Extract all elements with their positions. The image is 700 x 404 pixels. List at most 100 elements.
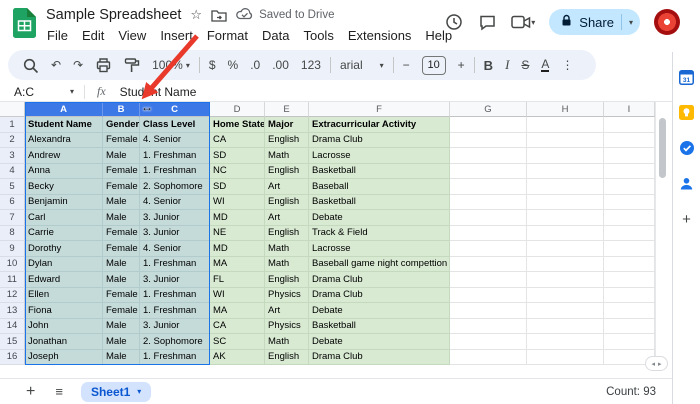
cell-G7[interactable] (450, 210, 527, 226)
cell-C6[interactable]: 4. Senior (140, 194, 210, 210)
cell-E11[interactable]: English (265, 272, 309, 288)
cell-F15[interactable]: Debate (309, 334, 450, 350)
row-header-11[interactable]: 11 (0, 272, 25, 288)
cell-C11[interactable]: 3. Junior (140, 272, 210, 288)
cell-C10[interactable]: 1. Freshman (140, 256, 210, 272)
cell-C16[interactable]: 1. Freshman (140, 349, 210, 365)
cell-A12[interactable]: Ellen (25, 287, 103, 303)
cell-A3[interactable]: Andrew (25, 148, 103, 164)
menu-extensions[interactable]: Extensions (341, 27, 419, 44)
search-menus-icon[interactable] (16, 50, 45, 80)
cell-F12[interactable]: Drama Club (309, 287, 450, 303)
format-percent-button[interactable]: % (222, 50, 245, 80)
cell-A2[interactable]: Alexandra (25, 132, 103, 148)
cell-D12[interactable]: WI (210, 287, 265, 303)
row-header-13[interactable]: 13 (0, 303, 25, 319)
cell-I9[interactable] (604, 241, 655, 257)
cell-H3[interactable] (527, 148, 604, 164)
cell-F9[interactable]: Lacrosse (309, 241, 450, 257)
cell-G9[interactable] (450, 241, 527, 257)
cell-B7[interactable]: Male (103, 210, 140, 226)
cell-E16[interactable]: English (265, 349, 309, 365)
cell-B12[interactable]: Female (103, 287, 140, 303)
cell-G1[interactable] (450, 117, 527, 133)
cell-A15[interactable]: Jonathan (25, 334, 103, 350)
cell-I14[interactable] (604, 318, 655, 334)
cell-C1[interactable]: Class Level (140, 117, 210, 133)
cell-B13[interactable]: Female (103, 303, 140, 319)
col-header-C[interactable]: C (140, 102, 210, 117)
format-currency-button[interactable]: $ (203, 50, 222, 80)
row-header-3[interactable]: 3 (0, 148, 25, 164)
row-header-16[interactable]: 16 (0, 349, 25, 365)
row-header-5[interactable]: 5 (0, 179, 25, 195)
bold-button[interactable]: B (478, 50, 499, 80)
cell-H6[interactable] (527, 194, 604, 210)
cell-E8[interactable]: English (265, 225, 309, 241)
redo-icon[interactable]: ↷ (67, 50, 89, 80)
cell-G14[interactable] (450, 318, 527, 334)
cell-D4[interactable]: NC (210, 163, 265, 179)
cell-I3[interactable] (604, 148, 655, 164)
cell-I15[interactable] (604, 334, 655, 350)
cell-I10[interactable] (604, 256, 655, 272)
cell-I6[interactable] (604, 194, 655, 210)
col-header-D[interactable]: D (210, 102, 265, 117)
decrease-font-size-button[interactable]: − (397, 50, 416, 80)
cell-I8[interactable] (604, 225, 655, 241)
cell-D6[interactable]: WI (210, 194, 265, 210)
cell-C8[interactable]: 3. Junior (140, 225, 210, 241)
sheets-logo[interactable] (13, 8, 36, 43)
vertical-scrollbar[interactable] (655, 102, 668, 365)
add-sheet-button[interactable]: + (26, 383, 35, 401)
menu-edit[interactable]: Edit (75, 27, 111, 44)
cell-F1[interactable]: Extracurricular Activity (309, 117, 450, 133)
cell-C12[interactable]: 1. Freshman (140, 287, 210, 303)
row-header-2[interactable]: 2 (0, 132, 25, 148)
cell-A8[interactable]: Carrie (25, 225, 103, 241)
cell-C5[interactable]: 2. Sophomore (140, 179, 210, 195)
row-header-7[interactable]: 7 (0, 210, 25, 226)
col-header-G[interactable]: G (450, 102, 527, 117)
cell-D11[interactable]: FL (210, 272, 265, 288)
menu-tools[interactable]: Tools (296, 27, 340, 44)
cell-D3[interactable]: SD (210, 148, 265, 164)
cell-E12[interactable]: Physics (265, 287, 309, 303)
increase-font-size-button[interactable]: + (452, 50, 471, 80)
cell-C13[interactable]: 1. Freshman (140, 303, 210, 319)
vertical-scrollbar-thumb[interactable] (658, 118, 666, 178)
calendar-icon[interactable]: 31 (679, 70, 694, 90)
cell-D5[interactable]: SD (210, 179, 265, 195)
cell-I12[interactable] (604, 287, 655, 303)
cell-H12[interactable] (527, 287, 604, 303)
cell-A16[interactable]: Joseph (25, 349, 103, 365)
cell-H11[interactable] (527, 272, 604, 288)
cell-F4[interactable]: Basketball (309, 163, 450, 179)
cell-H9[interactable] (527, 241, 604, 257)
cell-C4[interactable]: 1. Freshman (140, 163, 210, 179)
cell-C15[interactable]: 2. Sophomore (140, 334, 210, 350)
cell-A14[interactable]: John (25, 318, 103, 334)
cell-E1[interactable]: Major (265, 117, 309, 133)
row-header-15[interactable]: 15 (0, 334, 25, 350)
paint-format-icon[interactable] (118, 50, 146, 80)
cell-F11[interactable]: Drama Club (309, 272, 450, 288)
cell-B1[interactable]: Gender (103, 117, 140, 133)
menu-data[interactable]: Data (255, 27, 296, 44)
sheet-tab-caret-icon[interactable]: ▾ (137, 387, 141, 396)
strikethrough-button[interactable]: S (515, 50, 535, 80)
comment-icon[interactable] (478, 13, 497, 32)
cell-H1[interactable] (527, 117, 604, 133)
cell-H7[interactable] (527, 210, 604, 226)
cell-H2[interactable] (527, 132, 604, 148)
cell-B8[interactable]: Female (103, 225, 140, 241)
cell-B15[interactable]: Male (103, 334, 140, 350)
tasks-icon[interactable] (679, 140, 695, 161)
row-header-1[interactable]: 1 (0, 117, 25, 133)
cell-F10[interactable]: Baseball game night compettion (309, 256, 450, 272)
contacts-icon[interactable] (679, 176, 694, 196)
cell-D8[interactable]: NE (210, 225, 265, 241)
cell-C3[interactable]: 1. Freshman (140, 148, 210, 164)
cell-E5[interactable]: Art (265, 179, 309, 195)
cell-H14[interactable] (527, 318, 604, 334)
